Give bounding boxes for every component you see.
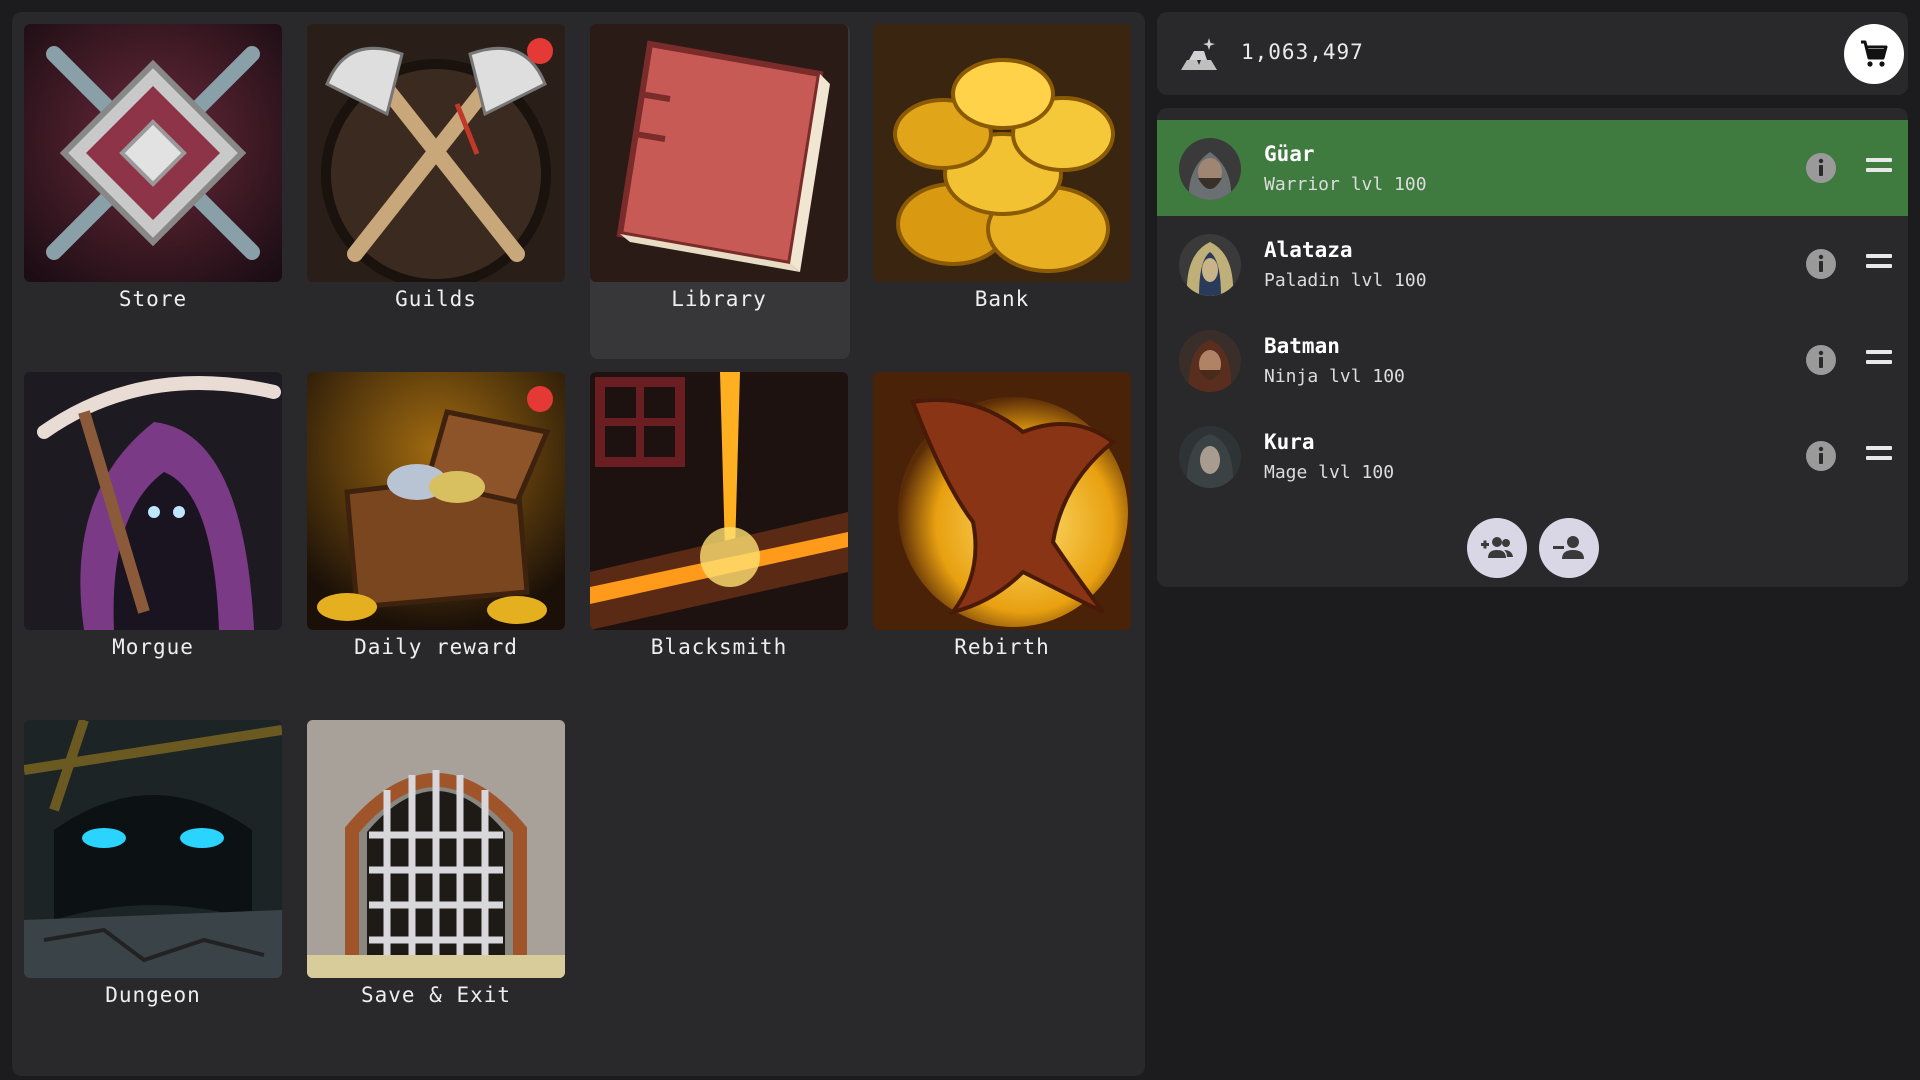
tile-label: Morgue bbox=[112, 635, 194, 659]
shadow-monster-icon bbox=[24, 720, 282, 978]
grim-reaper-icon bbox=[24, 372, 282, 630]
add-member-button[interactable] bbox=[1467, 518, 1527, 578]
notification-dot bbox=[527, 386, 553, 412]
drag-handle-icon[interactable] bbox=[1866, 446, 1892, 466]
shop-button[interactable] bbox=[1844, 24, 1904, 84]
party-member-kura[interactable]: Kura Mage lvl 100 bbox=[1157, 408, 1908, 504]
info-icon bbox=[1806, 249, 1836, 279]
avatar bbox=[1179, 138, 1241, 200]
member-class-level: Warrior lvl 100 bbox=[1264, 174, 1427, 195]
tile-label: Store bbox=[118, 287, 188, 311]
library-tile[interactable]: Library bbox=[590, 24, 850, 359]
party-member-alataza[interactable]: Alataza Paladin lvl 100 bbox=[1157, 216, 1908, 312]
add-member-icon bbox=[1481, 537, 1513, 558]
bank-tile[interactable]: Bank bbox=[873, 24, 1133, 359]
member-class-level: Paladin lvl 100 bbox=[1264, 270, 1427, 291]
tile-label: Rebirth bbox=[954, 635, 1050, 659]
member-name: Alataza bbox=[1264, 238, 1353, 262]
book-icon bbox=[590, 24, 848, 282]
morgue-tile[interactable]: Morgue bbox=[24, 372, 284, 707]
currency-bar: 1,063,497 bbox=[1157, 12, 1908, 95]
member-class-level: Mage lvl 100 bbox=[1264, 462, 1395, 483]
store-icon bbox=[24, 24, 282, 282]
save-exit-tile[interactable]: Save & Exit bbox=[307, 720, 567, 1055]
notification-dot bbox=[527, 38, 553, 64]
guilds-tile[interactable]: Guilds bbox=[307, 24, 567, 359]
party-panel: Güar Warrior lvl 100 Alataza Paladin lvl… bbox=[1157, 108, 1908, 587]
crossed-axes-icon bbox=[307, 24, 565, 282]
member-name: Güar bbox=[1264, 142, 1315, 166]
dungeon-tile[interactable]: Dungeon bbox=[24, 720, 284, 1055]
daily-reward-tile[interactable]: Daily reward bbox=[307, 372, 567, 707]
tile-label: Bank bbox=[974, 287, 1030, 311]
info-button[interactable] bbox=[1805, 440, 1837, 472]
drag-handle-icon[interactable] bbox=[1866, 158, 1892, 178]
tile-label: Daily reward bbox=[354, 635, 518, 659]
tile-label: Dungeon bbox=[105, 983, 201, 1007]
silver-bars-icon bbox=[1179, 34, 1219, 74]
drag-handle-icon[interactable] bbox=[1866, 350, 1892, 370]
gold-coins-icon bbox=[873, 24, 1131, 282]
avatar bbox=[1179, 234, 1241, 296]
drag-handle-icon[interactable] bbox=[1866, 254, 1892, 274]
treasure-chest-icon bbox=[307, 372, 565, 630]
member-class-level: Ninja lvl 100 bbox=[1264, 366, 1405, 387]
molten-metal-icon bbox=[590, 372, 848, 630]
phoenix-icon bbox=[873, 372, 1131, 630]
avatar bbox=[1179, 426, 1241, 488]
remove-member-button[interactable] bbox=[1539, 518, 1599, 578]
tile-label: Library bbox=[671, 287, 767, 311]
info-button[interactable] bbox=[1805, 344, 1837, 376]
main-menu-panel: Store Guilds Library Bank Morgue Daily r… bbox=[12, 12, 1145, 1076]
remove-member-icon bbox=[1553, 536, 1584, 559]
shopping-cart-icon bbox=[1861, 40, 1888, 67]
avatar bbox=[1179, 330, 1241, 392]
member-name: Kura bbox=[1264, 430, 1315, 454]
info-icon bbox=[1806, 345, 1836, 375]
member-name: Batman bbox=[1264, 334, 1340, 358]
tile-label: Blacksmith bbox=[650, 635, 788, 659]
tile-label: Save & Exit bbox=[360, 983, 512, 1007]
currency-amount: 1,063,497 bbox=[1241, 40, 1364, 64]
party-member-guar[interactable]: Güar Warrior lvl 100 bbox=[1157, 120, 1908, 216]
tile-label: Guilds bbox=[395, 287, 477, 311]
info-icon bbox=[1806, 153, 1836, 183]
party-member-batman[interactable]: Batman Ninja lvl 100 bbox=[1157, 312, 1908, 408]
info-button[interactable] bbox=[1805, 248, 1837, 280]
info-button[interactable] bbox=[1805, 152, 1837, 184]
rebirth-tile[interactable]: Rebirth bbox=[873, 372, 1133, 707]
portcullis-gate-icon bbox=[307, 720, 565, 978]
info-icon bbox=[1806, 441, 1836, 471]
blacksmith-tile[interactable]: Blacksmith bbox=[590, 372, 850, 707]
store-tile[interactable]: Store bbox=[24, 24, 284, 359]
